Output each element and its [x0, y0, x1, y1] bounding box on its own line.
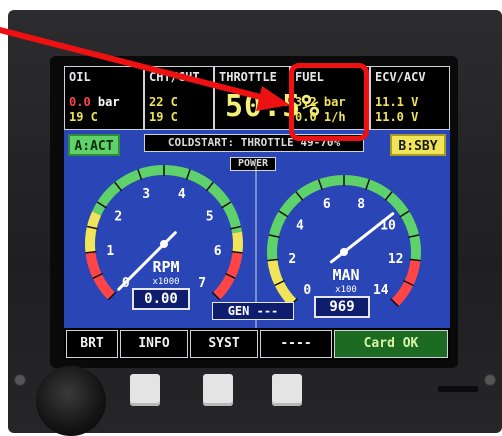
callout-arrow — [0, 27, 290, 111]
